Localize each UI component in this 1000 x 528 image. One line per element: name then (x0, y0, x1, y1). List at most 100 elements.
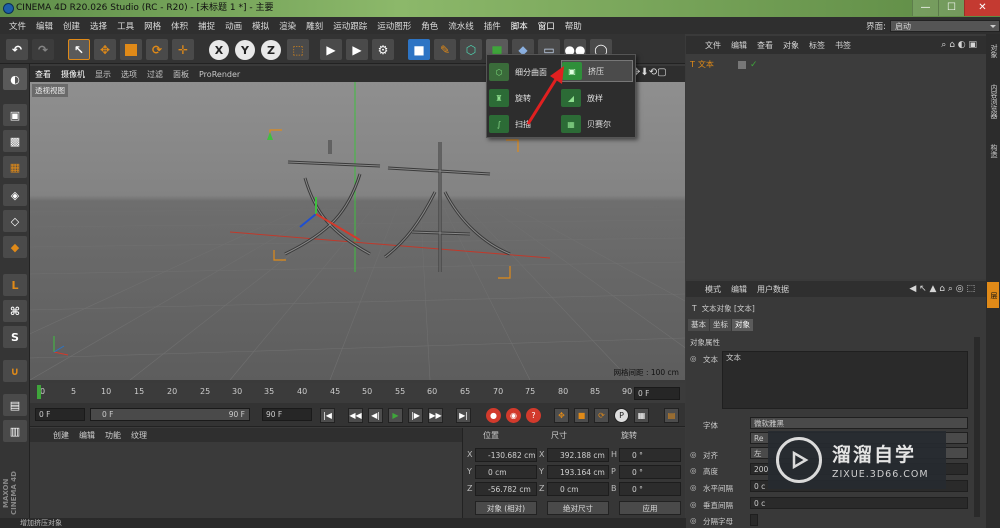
menu-snap[interactable]: 捕捉 (193, 20, 220, 32)
popup-item-loft[interactable]: ◢ 放样 (561, 87, 631, 109)
end-frame-field[interactable]: 90 F (262, 408, 312, 421)
viewport-menu-prorender[interactable]: ProRender (194, 70, 245, 79)
render-picture-viewer-icon[interactable]: ▶ (346, 39, 368, 60)
height-radio-icon[interactable]: ◎ (690, 466, 697, 475)
coord-mode-dropdown[interactable]: 对象 (相对) (475, 501, 537, 515)
attr-tab-coord[interactable]: 坐标 (710, 319, 731, 331)
size-x-field[interactable]: 392.188 cm (547, 448, 609, 462)
key-param-icon[interactable]: P (614, 408, 629, 423)
attr-scrollbar[interactable] (974, 337, 980, 517)
texture-mode-icon[interactable]: ▩ (3, 130, 27, 152)
apply-button[interactable]: 应用 (619, 501, 681, 515)
z-axis-toggle[interactable]: Z (261, 40, 281, 60)
menu-volume[interactable]: 体积 (166, 20, 193, 32)
make-editable-icon[interactable]: ◐ (3, 68, 27, 90)
align-radio-icon[interactable]: ◎ (690, 450, 697, 459)
subdivision-surface-icon[interactable]: ⬡ (460, 39, 482, 60)
menu-window[interactable]: 窗口 (533, 20, 560, 32)
sep-radio-icon[interactable]: ◎ (690, 516, 697, 525)
object-list[interactable]: T 文本 ✓ (686, 54, 986, 279)
edges-mode-icon[interactable]: ◇ (3, 210, 27, 232)
menu-simulate[interactable]: 模拟 (247, 20, 274, 32)
obj-menu-view[interactable]: 查看 (752, 40, 778, 51)
tab-structure[interactable]: 构造 (987, 138, 999, 164)
select-cursor-icon[interactable]: ↖ (68, 39, 90, 60)
visibility-toggle[interactable] (738, 60, 746, 69)
rotate-icon[interactable]: ⟳ (146, 39, 168, 60)
object-search-icons[interactable]: ⌕ ⌂ ◐ ▣ (936, 40, 982, 50)
key-position-icon[interactable]: ✥ (554, 408, 569, 423)
attr-tab-basic[interactable]: 基本 (688, 319, 709, 331)
material-manager[interactable] (30, 428, 462, 528)
menu-mesh[interactable]: 网格 (139, 20, 166, 32)
text-field[interactable]: 文本 (722, 351, 968, 409)
material-menu-texture[interactable]: 纹理 (126, 430, 152, 441)
scale-icon[interactable] (120, 39, 142, 60)
viewport-menu-camera[interactable]: 摄像机 (56, 69, 90, 80)
close-button[interactable]: ✕ (964, 0, 1000, 16)
popup-item-bezier[interactable]: ▦ 贝赛尔 (561, 113, 631, 135)
menu-animate[interactable]: 动画 (220, 20, 247, 32)
obj-menu-file[interactable]: 文件 (700, 40, 726, 51)
sep-checkbox[interactable] (750, 514, 758, 526)
magnet-icon[interactable]: ∪ (3, 360, 27, 382)
key-selection-icon[interactable]: ? (526, 408, 541, 423)
material-menu-create[interactable]: 创建 (48, 430, 74, 441)
attr-nav-icons[interactable]: ◀ ↖ ▲ ⌂ ⌕ ◎ ⬚ (904, 284, 980, 294)
tab-layers[interactable]: 层 (987, 282, 999, 308)
material-menu-function[interactable]: 功能 (100, 430, 126, 441)
menu-help[interactable]: 帮助 (560, 20, 587, 32)
auto-key-icon[interactable]: ◉ (506, 408, 521, 423)
axis-icon[interactable]: L (3, 274, 27, 296)
menu-render[interactable]: 渲染 (274, 20, 301, 32)
vspace-radio-icon[interactable]: ◎ (690, 500, 697, 509)
tweak-icon[interactable]: ⌘ (3, 300, 27, 322)
timeline-ruler[interactable]: 0 5 10 15 20 25 30 35 40 45 50 55 60 65 … (30, 383, 685, 403)
position-x-field[interactable]: -130.682 cm (475, 448, 537, 462)
menu-script[interactable]: 脚本 (506, 20, 533, 32)
menu-plugins[interactable]: 插件 (479, 20, 506, 32)
menu-mograph[interactable]: 运动图形 (372, 20, 416, 32)
key-rotation-icon[interactable]: ⟳ (594, 408, 609, 423)
maximize-button[interactable]: ☐ (938, 0, 964, 16)
model-mode-icon[interactable]: ▣ (3, 104, 27, 126)
hspace-radio-icon[interactable]: ◎ (690, 483, 697, 492)
menu-file[interactable]: 文件 (4, 20, 31, 32)
x-axis-toggle[interactable]: X (209, 40, 229, 60)
move-icon[interactable]: ✥ (94, 39, 116, 60)
prev-frame-icon[interactable]: ◀| (368, 408, 383, 423)
y-axis-toggle[interactable]: Y (235, 40, 255, 60)
obj-menu-tag[interactable]: 标签 (804, 40, 830, 51)
font-dropdown[interactable]: 微软雅黑 (750, 417, 968, 429)
obj-menu-bookmark[interactable]: 书签 (830, 40, 856, 51)
enabled-check-icon[interactable]: ✓ (750, 60, 758, 70)
viewport-menu-view[interactable]: 查看 (30, 69, 56, 80)
menu-motion-tracking[interactable]: 运动跟踪 (328, 20, 372, 32)
go-to-end-icon[interactable]: ▶| (456, 408, 471, 423)
size-y-field[interactable]: 193.164 cm (547, 465, 609, 479)
recent-tool-icon[interactable]: ✛ (172, 39, 194, 60)
menu-create[interactable]: 创建 (58, 20, 85, 32)
menu-character[interactable]: 角色 (416, 20, 443, 32)
viewport-menu-filter[interactable]: 过滤 (142, 69, 168, 80)
menu-sculpt[interactable]: 雕刻 (301, 20, 328, 32)
points-mode-icon[interactable]: ◈ (3, 184, 27, 206)
menu-tools[interactable]: 工具 (112, 20, 139, 32)
popup-item-extrude[interactable]: ▣ 挤压 (561, 60, 633, 82)
key-scale-icon[interactable]: ■ (574, 408, 589, 423)
frame-range-slider[interactable]: 0 F 90 F (90, 408, 250, 421)
object-row[interactable]: T 文本 ✓ (690, 58, 790, 71)
attr-menu-userdata[interactable]: 用户数据 (752, 284, 794, 295)
go-to-start-icon[interactable]: |◀ (320, 408, 335, 423)
viewport-nav-icons[interactable]: ✥⬇⟲▢ (632, 67, 667, 78)
attr-tab-object[interactable]: 对象 (732, 319, 753, 331)
menu-select[interactable]: 选择 (85, 20, 112, 32)
size-z-field[interactable]: 0 cm (547, 482, 609, 496)
play-icon[interactable]: ▶ (388, 408, 403, 423)
rotation-h-field[interactable]: 0 ° (619, 448, 681, 462)
layout-dropdown[interactable]: 启动 (890, 19, 1000, 32)
prev-key-icon[interactable]: ◀◀ (348, 408, 363, 423)
timeline-window-icon[interactable]: ▤ (664, 408, 679, 423)
render-settings-icon[interactable]: ⚙ (372, 39, 394, 60)
coordinate-system-icon[interactable]: ⬚ (287, 39, 309, 60)
